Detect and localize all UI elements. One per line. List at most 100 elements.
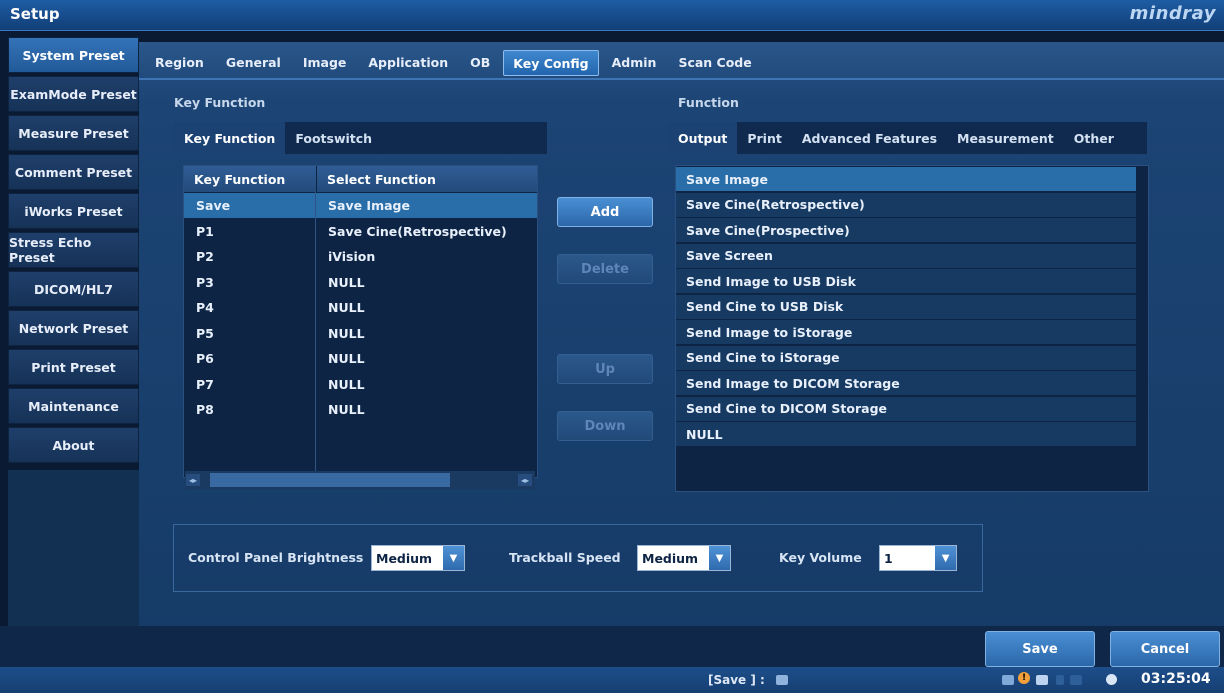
tab-region[interactable]: Region xyxy=(146,50,213,74)
save-key-icon xyxy=(776,675,788,685)
key-name-cell: P8 xyxy=(196,402,214,417)
menu-item-print-preset[interactable]: Print Preset xyxy=(8,349,139,385)
usb-icon xyxy=(1056,675,1064,685)
function-list-item[interactable]: Send Image to DICOM Storage xyxy=(676,371,1136,396)
subtab-key-function[interactable]: Key Function xyxy=(174,122,286,154)
key-function-section-title: Key Function xyxy=(174,95,266,110)
subtab-footswitch[interactable]: Footswitch xyxy=(285,122,382,154)
scrollbar-thumb[interactable] xyxy=(210,473,450,487)
assigned-function-cell: iVision xyxy=(328,249,376,264)
function-list-item[interactable]: Send Cine to USB Disk xyxy=(676,294,1136,320)
menu-item-dicom-hl7[interactable]: DICOM/HL7 xyxy=(8,271,139,307)
assigned-function-cell: NULL xyxy=(328,325,365,341)
alert-icon: ! xyxy=(1018,672,1030,684)
assigned-function-cell: NULL xyxy=(328,402,365,417)
function-list-item[interactable]: Save Image xyxy=(676,167,1136,192)
menu-item-iworks-preset[interactable]: iWorks Preset xyxy=(8,193,139,229)
key-name-cell: P4 xyxy=(196,300,214,315)
function-list-item[interactable]: Save Cine(Prospective) xyxy=(676,218,1136,243)
preset-menu-fill xyxy=(8,470,139,650)
tab-general[interactable]: General xyxy=(217,50,290,74)
table-row[interactable]: P6 NULL xyxy=(184,346,537,371)
column-header-select-function[interactable]: Select Function xyxy=(317,166,537,192)
key-name-cell: P2 xyxy=(196,249,214,264)
key-name-cell: P3 xyxy=(196,274,214,290)
trackball-speed-label: Trackball Speed xyxy=(509,550,621,565)
key-name-cell: P5 xyxy=(196,325,214,341)
table-row[interactable]: P7 NULL xyxy=(184,372,537,397)
assigned-function-cell: NULL xyxy=(328,351,365,366)
table-row[interactable]: P1 Save Cine(Retrospective) xyxy=(184,219,537,244)
tab-application[interactable]: Application xyxy=(359,50,457,74)
clock: 03:25:04 xyxy=(1141,671,1211,687)
table-row[interactable]: P5 NULL xyxy=(184,321,537,346)
menu-item-measure-preset[interactable]: Measure Preset xyxy=(8,115,139,151)
function-list-item[interactable]: Send Image to iStorage xyxy=(676,320,1136,345)
save-button[interactable]: Save xyxy=(985,631,1095,667)
function-list-item[interactable]: Save Screen xyxy=(676,243,1136,269)
column-separator xyxy=(315,191,316,471)
tab-bar: Region General Image Application OB Key Confi… xyxy=(146,47,765,77)
brightness-label: Control Panel Brightness xyxy=(188,550,364,565)
window-title: Setup xyxy=(10,5,60,23)
brand-logo: mindray xyxy=(1129,3,1216,24)
menu-item-exammode-preset[interactable]: ExamMode Preset xyxy=(8,76,139,112)
function-list-item[interactable]: Send Cine to DICOM Storage xyxy=(676,396,1136,422)
scroll-right-icon[interactable]: ◂▸ xyxy=(518,474,532,486)
key-name-cell: P7 xyxy=(196,376,214,392)
tab-underline xyxy=(139,78,1224,80)
assigned-function-cell: Save Cine(Retrospective) xyxy=(328,223,507,239)
function-list-item[interactable]: NULL xyxy=(676,422,1136,447)
tab-admin[interactable]: Admin xyxy=(603,50,666,74)
table-row[interactable]: P3 NULL xyxy=(184,270,537,295)
status-bar: [Save ] : ! 03:25:04 xyxy=(0,667,1224,693)
key-volume-value: 1 xyxy=(880,546,936,570)
function-list-item[interactable]: Send Image to USB Disk xyxy=(676,269,1136,294)
brightness-dropdown[interactable]: Medium ▼ xyxy=(371,545,465,571)
brightness-value: Medium xyxy=(372,546,443,570)
subtab-advanced-features[interactable]: Advanced Features xyxy=(792,122,947,154)
menu-item-comment-preset[interactable]: Comment Preset xyxy=(8,154,139,190)
power-icon xyxy=(1106,674,1117,685)
cancel-button[interactable]: Cancel xyxy=(1110,631,1220,667)
network-icon xyxy=(1002,675,1014,685)
function-list: Save Image Save Cine(Retrospective) Save C… xyxy=(675,165,1149,492)
table-row[interactable]: P4 NULL xyxy=(184,295,537,320)
column-header-key-function[interactable]: Key Function xyxy=(184,166,316,192)
up-button[interactable]: Up xyxy=(557,354,653,384)
chevron-down-icon: ▼ xyxy=(442,546,464,570)
subtab-measurement[interactable]: Measurement xyxy=(947,122,1064,154)
save-hint: [Save ] : xyxy=(708,673,765,687)
function-list-item[interactable]: Send Cine to iStorage xyxy=(676,345,1136,371)
menu-item-maintenance[interactable]: Maintenance xyxy=(8,388,139,424)
key-volume-dropdown[interactable]: 1 ▼ xyxy=(879,545,957,571)
add-button[interactable]: Add xyxy=(557,197,653,227)
scroll-left-icon[interactable]: ◂▸ xyxy=(186,474,200,486)
assigned-function-cell: NULL xyxy=(328,274,365,290)
function-list-item[interactable]: Save Cine(Retrospective) xyxy=(676,192,1136,218)
subtab-print[interactable]: Print xyxy=(737,122,792,154)
table-row[interactable]: P8 NULL xyxy=(184,397,537,422)
chevron-down-icon: ▼ xyxy=(935,546,956,570)
key-volume-label: Key Volume xyxy=(779,550,862,565)
table-row[interactable]: P2 iVision xyxy=(184,244,537,269)
menu-item-network-preset[interactable]: Network Preset xyxy=(8,310,139,346)
trackball-speed-dropdown[interactable]: Medium ▼ xyxy=(637,545,731,571)
tab-ob[interactable]: OB xyxy=(461,50,499,74)
menu-item-about[interactable]: About xyxy=(8,427,139,463)
title-bar: Setup mindray xyxy=(0,0,1224,31)
tab-key-config[interactable]: Key Config xyxy=(503,50,599,76)
delete-button[interactable]: Delete xyxy=(557,254,653,284)
key-function-table: Key Function Select Function Save Save Im… xyxy=(183,165,538,478)
down-button[interactable]: Down xyxy=(557,411,653,441)
key-name-cell: Save xyxy=(196,198,231,213)
subtab-output[interactable]: Output xyxy=(668,122,738,154)
tab-scan-code[interactable]: Scan Code xyxy=(669,50,760,74)
tab-image[interactable]: Image xyxy=(294,50,356,74)
menu-item-stress-echo-preset[interactable]: Stress Echo Preset xyxy=(8,232,139,268)
table-row[interactable]: Save Save Image xyxy=(184,193,537,218)
assigned-function-cell: Save Image xyxy=(328,198,410,213)
menu-item-system-preset[interactable]: System Preset xyxy=(8,37,139,73)
subtab-other[interactable]: Other xyxy=(1064,122,1124,154)
assigned-function-cell: NULL xyxy=(328,376,365,392)
